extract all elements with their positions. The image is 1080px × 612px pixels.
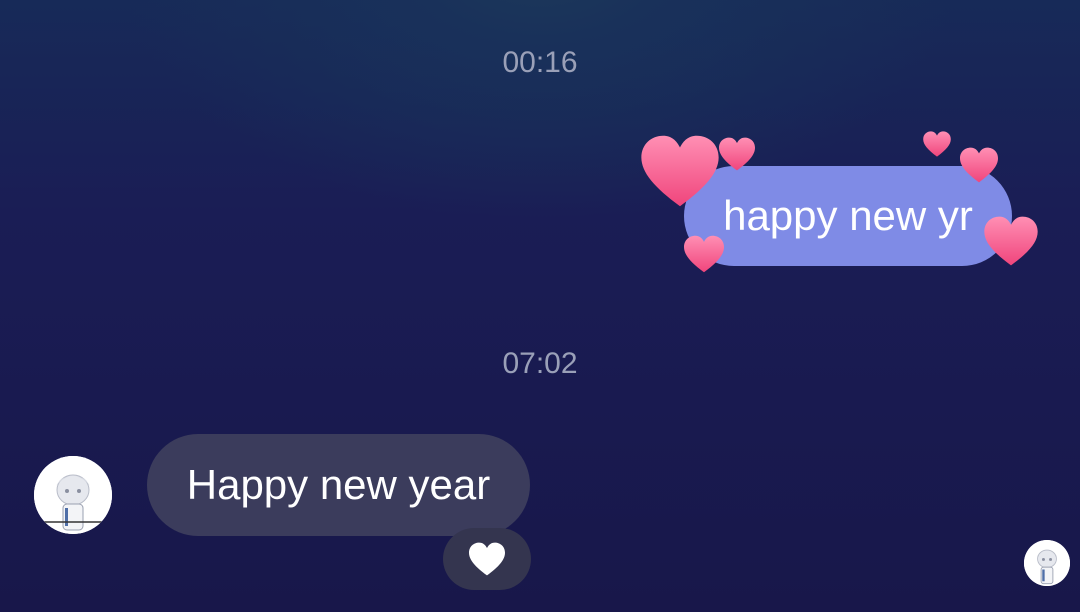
avatar[interactable] xyxy=(34,456,112,534)
pink-heart-icon xyxy=(960,147,998,183)
pink-heart-icon xyxy=(641,135,719,207)
timestamp: 07:02 xyxy=(502,347,578,380)
read-receipt-avatar xyxy=(1024,540,1070,586)
white-heart-icon xyxy=(469,542,505,576)
reaction-badge[interactable] xyxy=(443,528,531,590)
pink-heart-icon xyxy=(684,235,724,273)
pink-heart-icon xyxy=(719,137,755,171)
timestamp: 00:16 xyxy=(502,46,578,79)
avatar-image xyxy=(1024,540,1070,586)
incoming-message-bubble[interactable]: Happy new year xyxy=(147,434,530,536)
avatar-image xyxy=(34,456,112,534)
pink-heart-icon xyxy=(923,131,951,157)
pink-heart-icon xyxy=(984,216,1038,266)
